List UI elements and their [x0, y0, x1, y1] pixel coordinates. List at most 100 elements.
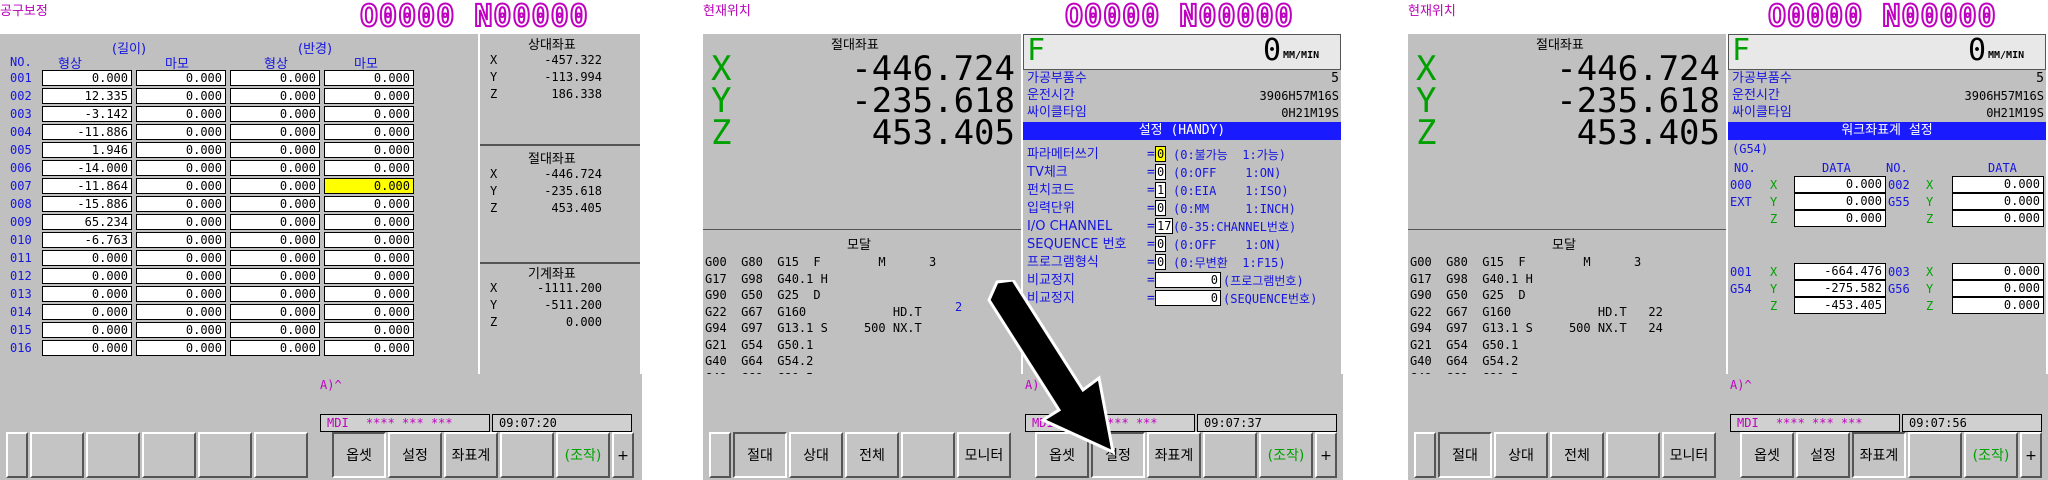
- offset-cell[interactable]: 0.000: [230, 214, 320, 230]
- offset-cell[interactable]: 0.000: [324, 250, 414, 266]
- offset-cell[interactable]: 0.000: [136, 232, 226, 248]
- offset-cell[interactable]: 0.000: [230, 340, 320, 356]
- offset-cell[interactable]: 0.000: [230, 106, 320, 122]
- offset-cell[interactable]: 0.000: [230, 70, 320, 86]
- softkey-blank[interactable]: [142, 432, 196, 478]
- softkey-offset[interactable]: 옵셋: [1740, 432, 1794, 478]
- work-001-y[interactable]: -275.582: [1794, 280, 1886, 297]
- offset-cell[interactable]: 0.000: [324, 196, 414, 212]
- offset-cell[interactable]: 0.000: [136, 124, 226, 140]
- offset-cell[interactable]: -15.886: [42, 196, 132, 212]
- softkey-blank[interactable]: [198, 432, 252, 478]
- offset-cell[interactable]: 0.000: [136, 340, 226, 356]
- offset-cell[interactable]: -6.763: [42, 232, 132, 248]
- compare-stop-value[interactable]: 0: [1155, 272, 1221, 288]
- softkey-absolute[interactable]: 절대: [1438, 432, 1492, 478]
- setting-value[interactable]: 0: [1155, 200, 1167, 216]
- setting-value[interactable]: 0: [1155, 164, 1167, 180]
- softkey-monitor[interactable]: 모니터: [1662, 432, 1716, 478]
- softkey-blank[interactable]: [1203, 432, 1257, 478]
- offset-cell[interactable]: -3.142: [42, 106, 132, 122]
- offset-cell[interactable]: 0.000: [42, 70, 132, 86]
- input-prompt[interactable]: A)^: [320, 378, 342, 392]
- offset-cell[interactable]: 0.000: [324, 88, 414, 104]
- work-000-x[interactable]: 0.000: [1794, 176, 1886, 193]
- offset-cell[interactable]: 0.000: [230, 178, 320, 194]
- softkey-blank[interactable]: [1606, 432, 1660, 478]
- work-001-z[interactable]: -453.405: [1794, 297, 1886, 314]
- offset-cell[interactable]: 0.000: [136, 142, 226, 158]
- softkey-operation[interactable]: (조작): [1964, 432, 2018, 478]
- softkey-operation[interactable]: (조작): [556, 432, 610, 478]
- softkey-left-arrow[interactable]: [1414, 432, 1436, 478]
- offset-cell[interactable]: 0.000: [136, 304, 226, 320]
- offset-cell[interactable]: 12.335: [42, 88, 132, 104]
- offset-cell[interactable]: 0.000: [324, 106, 414, 122]
- offset-cell[interactable]: 0.000: [136, 214, 226, 230]
- softkey-work-coord[interactable]: 좌표계: [444, 432, 498, 478]
- offset-cell[interactable]: -11.886: [42, 124, 132, 140]
- offset-cell[interactable]: 0.000: [230, 160, 320, 176]
- work-002-y[interactable]: 0.000: [1952, 193, 2044, 210]
- setting-value[interactable]: 0: [1155, 236, 1167, 252]
- softkey-next[interactable]: +: [2020, 432, 2042, 478]
- softkey-setting[interactable]: 설정: [1796, 432, 1850, 478]
- setting-value[interactable]: 17: [1155, 218, 1174, 234]
- offset-cell[interactable]: 0.000: [230, 196, 320, 212]
- input-prompt[interactable]: A)^: [1730, 378, 1752, 392]
- offset-cell[interactable]: 0.000: [324, 142, 414, 158]
- offset-cell[interactable]: 0.000: [324, 160, 414, 176]
- softkey-all[interactable]: 전체: [1550, 432, 1604, 478]
- offset-cell[interactable]: 0.000: [324, 286, 414, 302]
- offset-cell[interactable]: 0.000: [42, 268, 132, 284]
- offset-cell[interactable]: 0.000: [136, 322, 226, 338]
- compare-stop-value[interactable]: 0: [1155, 290, 1221, 306]
- offset-cell[interactable]: 0.000: [324, 232, 414, 248]
- offset-cell[interactable]: 0.000: [324, 124, 414, 140]
- offset-cell[interactable]: 0.000: [42, 340, 132, 356]
- offset-cell[interactable]: 0.000: [230, 232, 320, 248]
- work-003-z[interactable]: 0.000: [1952, 297, 2044, 314]
- work-003-y[interactable]: 0.000: [1952, 280, 2044, 297]
- offset-cell[interactable]: 0.000: [324, 268, 414, 284]
- softkey-blank[interactable]: [86, 432, 140, 478]
- offset-cell[interactable]: 65.234: [42, 214, 132, 230]
- work-000-y[interactable]: 0.000: [1794, 193, 1886, 210]
- softkey-blank[interactable]: [1908, 432, 1962, 478]
- offset-cell[interactable]: 0.000: [136, 286, 226, 302]
- offset-cell[interactable]: 0.000: [42, 304, 132, 320]
- offset-cell[interactable]: 0.000: [324, 214, 414, 230]
- offset-cell[interactable]: 0.000: [136, 196, 226, 212]
- offset-cell[interactable]: 0.000: [230, 124, 320, 140]
- offset-cell[interactable]: 0.000: [324, 340, 414, 356]
- offset-cell[interactable]: 0.000: [136, 106, 226, 122]
- softkey-work-coord[interactable]: 좌표계: [1147, 432, 1201, 478]
- offset-cell[interactable]: 0.000: [42, 286, 132, 302]
- softkey-absolute[interactable]: 절대: [733, 432, 787, 478]
- offset-cell[interactable]: 0.000: [230, 268, 320, 284]
- softkey-relative[interactable]: 상대: [789, 432, 843, 478]
- setting-value[interactable]: 0: [1155, 254, 1167, 270]
- offset-cell[interactable]: 0.000: [42, 322, 132, 338]
- softkey-all[interactable]: 전체: [845, 432, 899, 478]
- offset-cell[interactable]: 0.000: [230, 304, 320, 320]
- offset-cell[interactable]: 0.000: [136, 160, 226, 176]
- offset-cell[interactable]: -14.000: [42, 160, 132, 176]
- setting-value[interactable]: 1: [1155, 182, 1167, 198]
- softkey-offset[interactable]: 옵셋: [332, 432, 386, 478]
- work-002-x[interactable]: 0.000: [1952, 176, 2044, 193]
- softkey-blank[interactable]: [254, 432, 308, 478]
- offset-cell[interactable]: 1.946: [42, 142, 132, 158]
- softkey-work-coord[interactable]: 좌표계: [1852, 432, 1906, 478]
- softkey-next[interactable]: +: [612, 432, 634, 478]
- softkey-blank[interactable]: [500, 432, 554, 478]
- offset-cell[interactable]: 0.000: [136, 178, 226, 194]
- work-000-z[interactable]: 0.000: [1794, 210, 1886, 227]
- offset-cell[interactable]: 0.000: [230, 142, 320, 158]
- offset-cell[interactable]: 0.000: [136, 70, 226, 86]
- offset-cell[interactable]: 0.000: [136, 250, 226, 266]
- work-001-x[interactable]: -664.476: [1794, 263, 1886, 280]
- offset-cell[interactable]: 0.000: [324, 70, 414, 86]
- softkey-blank[interactable]: [901, 432, 955, 478]
- softkey-setting[interactable]: 설정: [388, 432, 442, 478]
